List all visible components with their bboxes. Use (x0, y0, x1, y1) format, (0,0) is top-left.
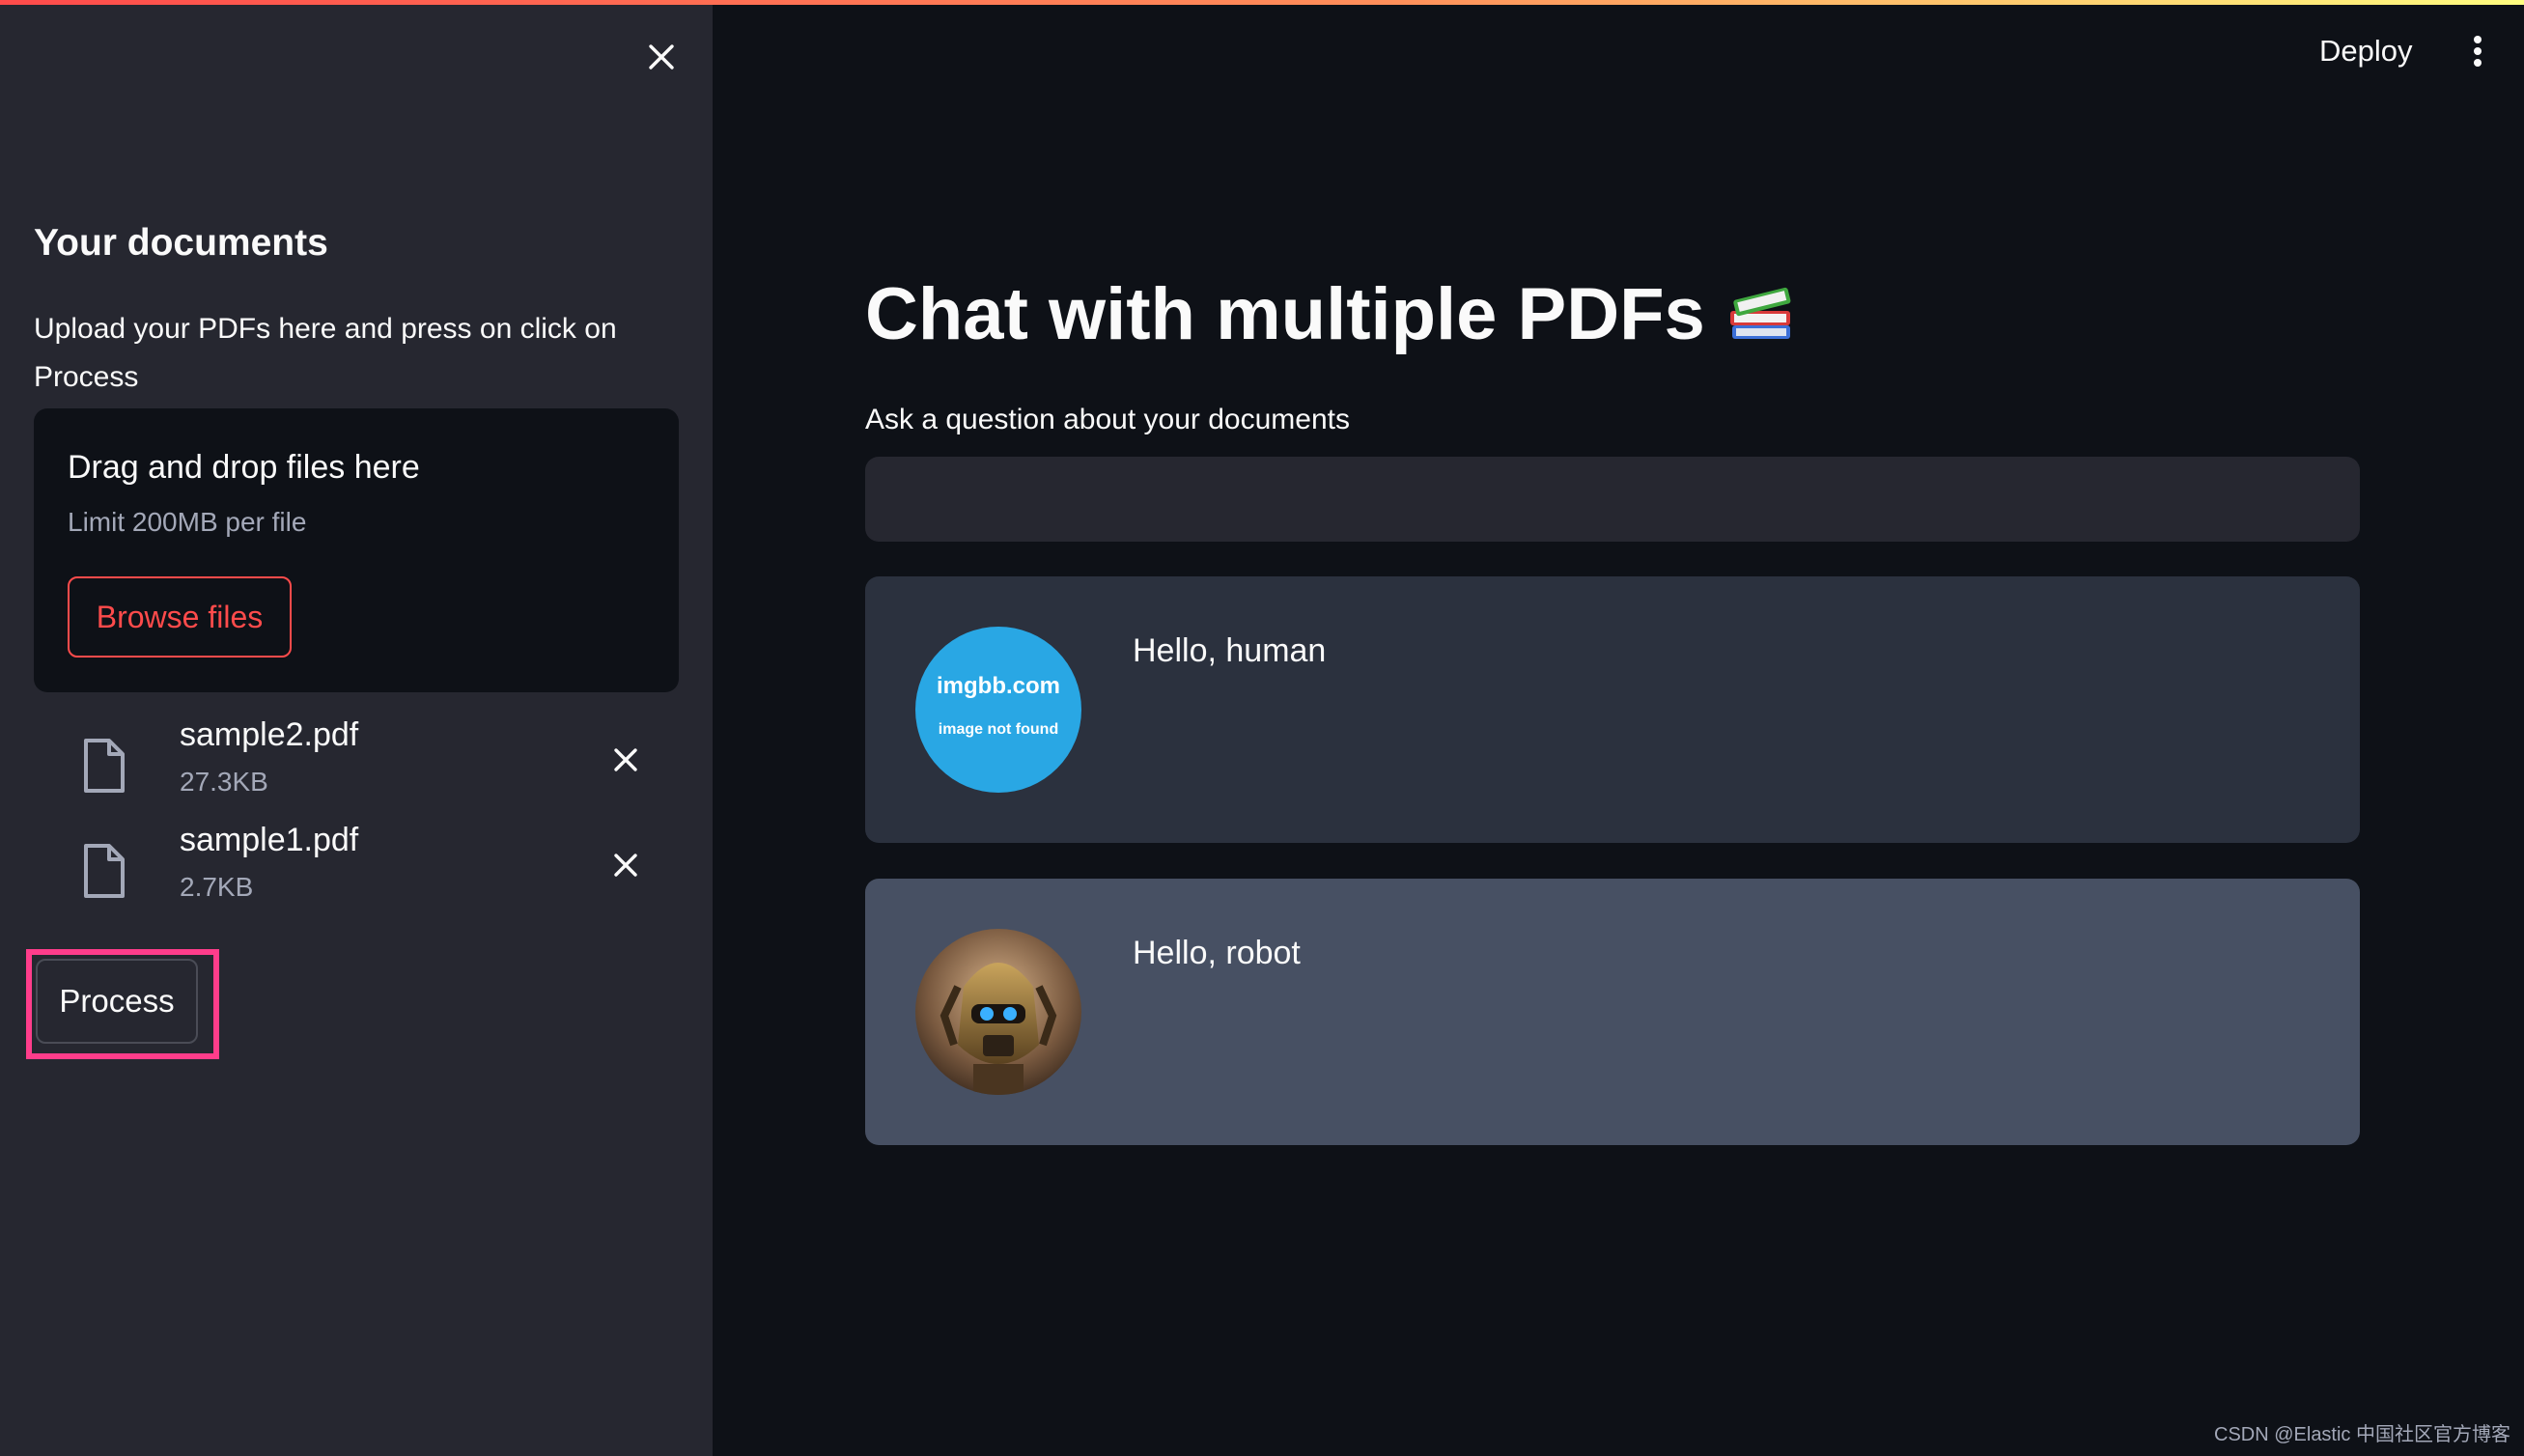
file-name: sample2.pdf (180, 716, 359, 753)
avatar-site-text: imgbb.com (936, 673, 1060, 699)
file-size: 2.7KB (180, 872, 254, 902)
robot-icon (915, 929, 1081, 1095)
browse-files-button[interactable]: Browse files (68, 576, 292, 658)
question-label: Ask a question about your documents (865, 404, 1350, 435)
remove-file-button[interactable] (603, 843, 648, 887)
file-icon (84, 739, 125, 793)
dropzone-limit: Limit 200MB per file (68, 507, 307, 537)
chat-message-bot: Hello, robot (865, 879, 2360, 1145)
file-size: 27.3KB (180, 767, 268, 797)
main-menu-button[interactable] (2460, 29, 2495, 73)
uploaded-file-item: sample1.pdf 2.7KB (34, 822, 679, 918)
dropzone-title: Drag and drop files here (68, 449, 420, 486)
sidebar-title: Your documents (34, 222, 328, 264)
top-accent-bar (0, 0, 2524, 5)
close-icon (649, 44, 674, 70)
sidebar: Your documents Upload your PDFs here and… (0, 0, 713, 1456)
file-icon (84, 844, 125, 898)
close-sidebar-button[interactable] (639, 35, 684, 79)
close-icon (614, 748, 637, 771)
sidebar-description: Upload your PDFs here and press on click… (34, 313, 617, 393)
file-dropzone[interactable]: Drag and drop files here Limit 200MB per… (34, 408, 679, 692)
close-icon (614, 854, 637, 877)
page-title-text: Chat with multiple PDFs (865, 273, 1705, 355)
avatar-note-text: image not found (938, 721, 1059, 738)
chat-message-text: Hello, robot (1133, 935, 1301, 971)
vertical-dots-icon (2474, 36, 2482, 67)
watermark-text: CSDN @Elastic 中国社区官方博客 (2214, 1424, 2510, 1445)
remove-file-button[interactable] (603, 738, 648, 782)
chat-message-user: imgbb.com image not found Hello, human (865, 576, 2360, 843)
question-input[interactable] (865, 457, 2360, 542)
deploy-button[interactable]: Deploy (2310, 27, 2423, 75)
books-icon (1729, 287, 1791, 339)
robot-avatar (915, 929, 1081, 1095)
user-avatar: imgbb.com image not found (915, 627, 1081, 793)
page-title: Chat with multiple PDFs (865, 272, 1796, 356)
chat-message-text: Hello, human (1133, 632, 1327, 669)
file-name: sample1.pdf (180, 822, 359, 858)
uploaded-file-item: sample2.pdf 27.3KB (34, 716, 679, 813)
process-button[interactable]: Process (36, 959, 198, 1044)
